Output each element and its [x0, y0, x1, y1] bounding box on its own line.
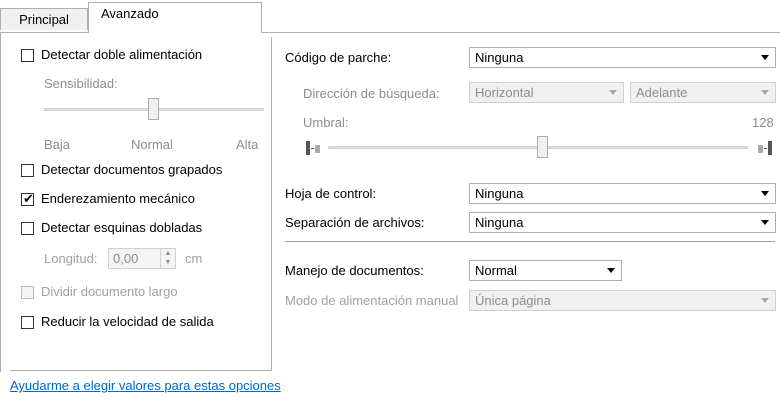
sensitivity-mid-label: Normal: [131, 137, 173, 152]
chevron-down-icon: [761, 55, 769, 60]
threshold-value: 128: [752, 115, 774, 130]
slow-output-checkbox[interactable]: [21, 316, 34, 329]
manual-feed-value: Única página: [475, 293, 551, 308]
sensitivity-low-label: Baja: [44, 137, 71, 152]
patch-code-value: Ninguna: [475, 50, 524, 65]
chevron-down-icon: [761, 191, 769, 196]
panel-left-border: [0, 32, 1, 372]
search-direction-value-1: Horizontal: [475, 85, 534, 100]
stapled-checkbox[interactable]: [21, 164, 34, 177]
tab-avanzado[interactable]: Avanzado: [88, 2, 262, 33]
control-sheet-select[interactable]: Ninguna: [469, 183, 776, 204]
chevron-down-icon: [761, 298, 769, 303]
control-sheet-label: Hoja de control:: [285, 186, 377, 201]
split-long-checkbox[interactable]: [21, 286, 34, 299]
tab-principal[interactable]: Principal: [0, 8, 88, 30]
search-direction-select-1[interactable]: Horizontal: [469, 82, 624, 103]
help-link[interactable]: Ayudarme a elegir valores para estas opc…: [10, 378, 281, 393]
double-feed-label: Detectar doble alimentación: [41, 47, 203, 62]
dogear-label: Detectar esquinas dobladas: [41, 220, 203, 235]
patch-code-select[interactable]: Ninguna: [469, 47, 776, 68]
length-value: 0,00: [113, 251, 139, 266]
deskew-label: Enderezamiento mecánico: [41, 191, 195, 206]
chevron-down-icon: [607, 268, 615, 273]
length-unit: cm: [185, 251, 203, 266]
spin-up-icon[interactable]: ▲: [161, 249, 175, 258]
file-separation-label: Separación de archivos:: [285, 215, 425, 230]
control-sheet-value: Ninguna: [475, 186, 524, 201]
doc-handling-select[interactable]: Normal: [469, 260, 622, 281]
doc-handling-label: Manejo de documentos:: [285, 263, 424, 278]
length-label: Longitud:: [44, 251, 98, 266]
search-direction-value-2: Adelante: [636, 85, 688, 100]
threshold-min-icon: [306, 141, 320, 155]
sensitivity-high-label: Alta: [236, 137, 259, 152]
length-spinbox[interactable]: 0,00 ▲ ▼: [108, 248, 176, 269]
manual-feed-label: Modo de alimentación manual: [285, 293, 459, 308]
sensitivity-label: Sensibilidad:: [44, 76, 118, 91]
search-direction-select-2[interactable]: Adelante: [630, 82, 776, 103]
deskew-checkbox[interactable]: ✔: [21, 191, 34, 206]
search-direction-label: Dirección de búsqueda:: [303, 86, 440, 101]
slow-output-label: Reducir la velocidad de salida: [41, 314, 214, 329]
length-spin-buttons[interactable]: ▲ ▼: [160, 249, 175, 268]
threshold-label: Umbral:: [303, 115, 349, 130]
check-icon: ✔: [23, 191, 34, 206]
panel-top-border-right: [261, 32, 780, 33]
doc-handling-value: Normal: [475, 263, 517, 278]
file-separation-select[interactable]: Ninguna: [469, 212, 776, 233]
split-long-label: Dividir documento largo: [41, 284, 178, 299]
manual-feed-select[interactable]: Única página: [469, 290, 776, 311]
threshold-max-icon: [758, 141, 772, 155]
threshold-slider-thumb[interactable]: [537, 136, 548, 158]
chevron-down-icon: [609, 90, 617, 95]
stapled-label: Detectar documentos grapados: [41, 162, 223, 177]
dogear-checkbox[interactable]: [21, 222, 34, 235]
tab-bar: Principal Avanzado: [0, 0, 780, 33]
panel-top-border: [0, 32, 88, 33]
double-feed-checkbox[interactable]: [21, 49, 34, 62]
chevron-down-icon: [761, 220, 769, 225]
chevron-down-icon: [761, 90, 769, 95]
right-separator: [285, 241, 775, 242]
file-separation-value: Ninguna: [475, 215, 524, 230]
spin-down-icon[interactable]: ▼: [161, 258, 175, 267]
patch-code-label: Código de parche:: [285, 50, 392, 65]
sensitivity-slider-thumb[interactable]: [148, 98, 159, 120]
